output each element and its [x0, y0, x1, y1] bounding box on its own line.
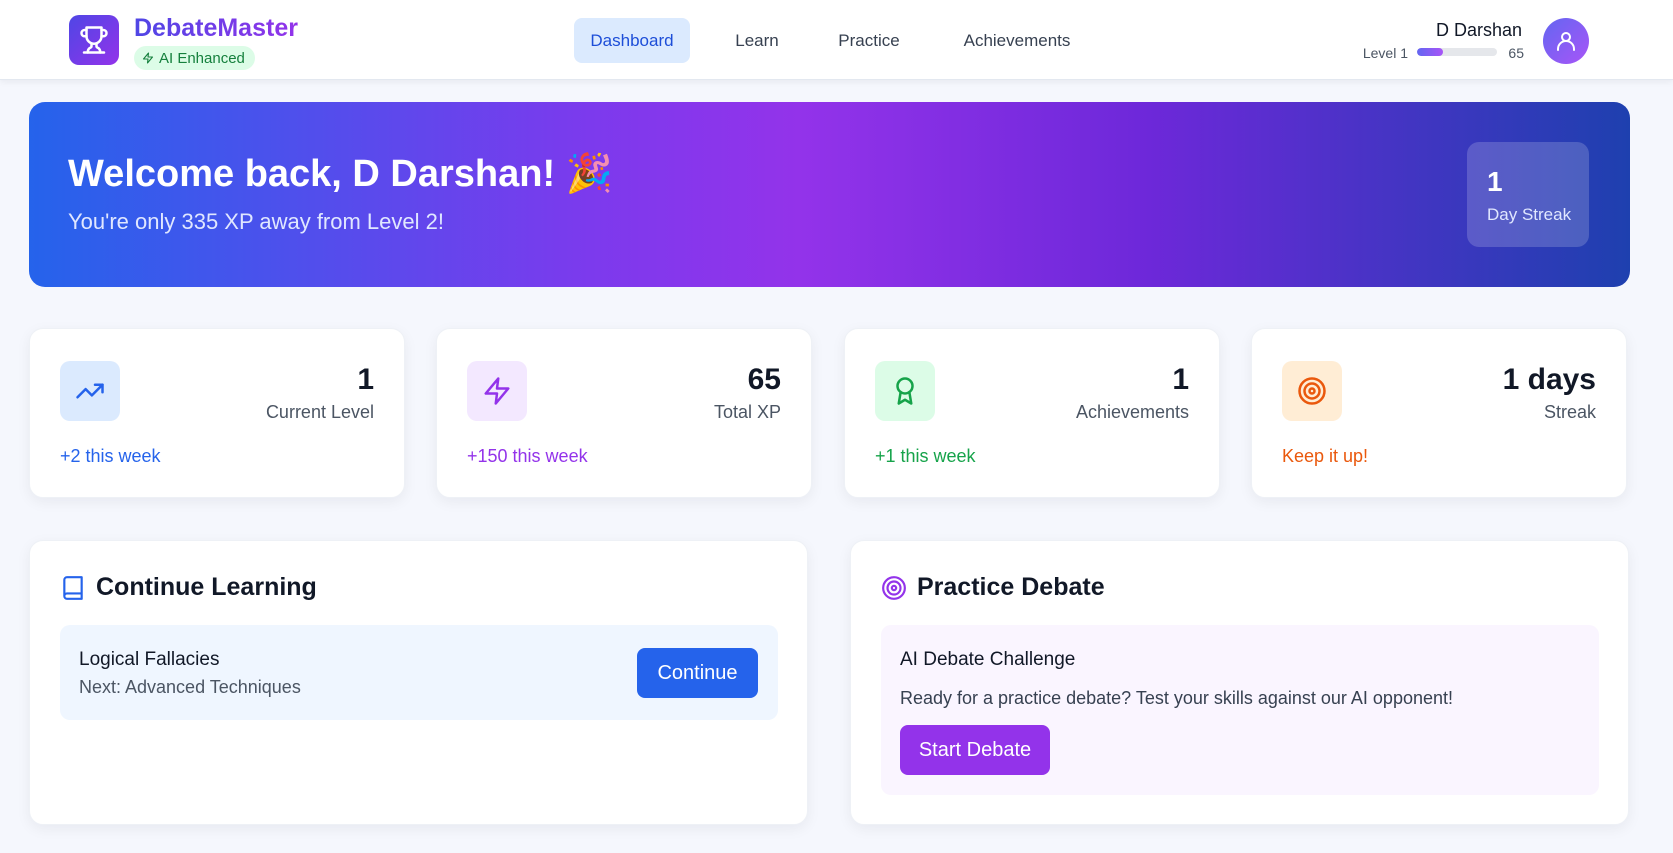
day-streak-box: 1 Day Streak [1467, 142, 1589, 247]
nav-practice[interactable]: Practice [828, 18, 910, 63]
avatar[interactable] [1543, 18, 1589, 64]
welcome-subtitle: You're only 335 XP away from Level 2! [68, 209, 444, 234]
lightning-icon [484, 377, 510, 405]
xp-progress-fill [1417, 48, 1444, 56]
top-navbar: DebateMaster AI Enhanced Dashboard Learn… [0, 0, 1673, 80]
user-icon [1557, 32, 1575, 51]
welcome-title: Welcome back, D Darshan! 🎉 [68, 153, 614, 195]
stat-label: Achievements [1075, 402, 1189, 422]
logo[interactable] [69, 15, 119, 65]
brand-name[interactable]: DebateMaster [134, 14, 298, 43]
award-icon [896, 377, 914, 405]
stat-trend: +1 this week [875, 446, 976, 466]
lightning-icon [142, 52, 154, 64]
stat-icon-box [467, 361, 527, 421]
stat-label: Total XP [713, 402, 781, 422]
continue-button[interactable]: Continue [637, 648, 758, 698]
nav-learn[interactable]: Learn [717, 18, 797, 63]
stat-value: 65 [747, 363, 781, 396]
nav-dashboard[interactable]: Dashboard [574, 18, 690, 63]
debate-challenge-card: AI Debate Challenge Ready for a practice… [881, 625, 1599, 795]
stat-icon-box [60, 361, 120, 421]
stat-card-level: 1 Current Level +2 this week [29, 328, 405, 498]
stat-trend: +150 this week [467, 446, 588, 466]
ai-badge-label: AI Enhanced [159, 49, 245, 67]
xp-progress-bar [1417, 48, 1497, 56]
lesson-card: Logical Fallacies Next: Advanced Techniq… [60, 625, 778, 720]
target-icon [882, 575, 906, 600]
practice-debate-panel: Practice Debate AI Debate Challenge Read… [850, 540, 1629, 825]
panel-title: Continue Learning [96, 573, 317, 601]
practice-debate-heading: Practice Debate [881, 573, 1105, 602]
trending-up-icon [76, 383, 104, 399]
stat-trend: Keep it up! [1282, 446, 1369, 466]
panel-title: Practice Debate [917, 573, 1105, 601]
target-icon [1298, 377, 1326, 405]
book-icon [63, 575, 83, 600]
streak-value: 1 [1487, 166, 1503, 197]
stat-value: 1 days [1502, 363, 1596, 396]
stat-label: Streak [1543, 402, 1596, 422]
start-debate-button[interactable]: Start Debate [900, 725, 1050, 775]
user-level: Level 1 [1362, 45, 1408, 61]
stat-label: Current Level [265, 402, 374, 422]
ai-enhanced-badge: AI Enhanced [134, 46, 255, 70]
xp-value: 65 [1508, 45, 1524, 61]
stat-value: 1 [357, 363, 374, 396]
nav-achievements[interactable]: Achievements [950, 18, 1084, 63]
stat-value: 1 [1172, 363, 1189, 396]
trophy-icon [80, 26, 108, 54]
continue-learning-panel: Continue Learning Logical Fallacies Next… [29, 540, 808, 825]
stat-card-streak: 1 days Streak Keep it up! [1251, 328, 1627, 498]
challenge-description: Ready for a practice debate? Test your s… [900, 688, 1453, 708]
stat-trend: +2 this week [60, 446, 161, 466]
user-name: D Darshan [1435, 20, 1522, 40]
welcome-banner: Welcome back, D Darshan! 🎉 You're only 3… [29, 102, 1630, 287]
lesson-next: Next: Advanced Techniques [79, 677, 301, 697]
stat-icon-box [875, 361, 935, 421]
stat-icon-box [1282, 361, 1342, 421]
stat-card-xp: 65 Total XP +150 this week [436, 328, 812, 498]
streak-label: Day Streak [1487, 205, 1572, 224]
challenge-title: AI Debate Challenge [900, 649, 1076, 670]
stat-card-achievements: 1 Achievements +1 this week [844, 328, 1220, 498]
lesson-title: Logical Fallacies [79, 649, 220, 670]
continue-learning-heading: Continue Learning [60, 573, 317, 602]
